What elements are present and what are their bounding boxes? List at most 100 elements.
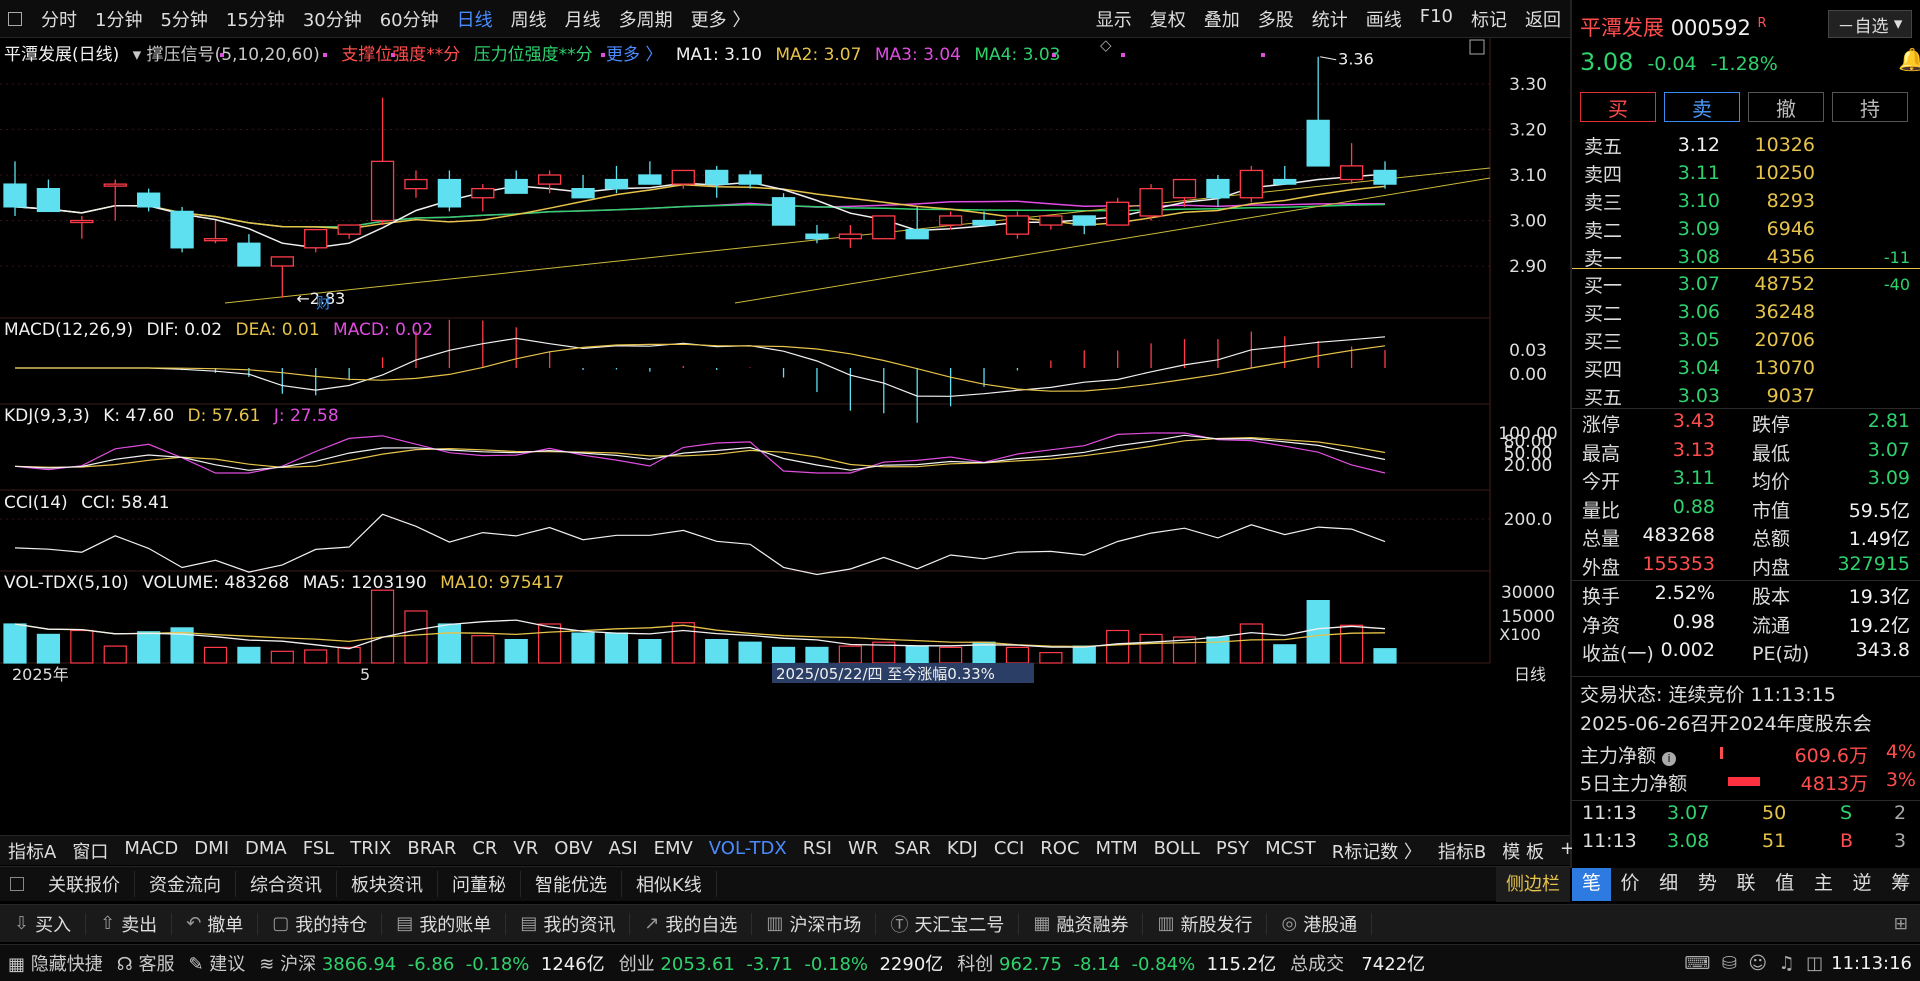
orderbook-row[interactable]: 买二 3.06 36248 (1572, 298, 1920, 326)
indicator-tab[interactable]: MACD (116, 838, 186, 864)
indicator-tab[interactable]: CCI (986, 838, 1032, 864)
cci-label[interactable]: CCI(14) (4, 493, 68, 513)
tab-tool[interactable]: 画线 (1357, 6, 1411, 32)
orderbook-row[interactable]: 买三 3.05 20706 (1572, 326, 1920, 354)
window-icon[interactable] (8, 11, 22, 26)
indicator-tab[interactable]: DMA (237, 838, 295, 864)
trade-tool-button[interactable]: ▥ 沪深市场 (752, 912, 877, 936)
orderbook-row[interactable]: 卖二 3.09 6946 (1572, 215, 1920, 243)
tab-tool[interactable]: 返回 (1516, 6, 1570, 32)
indicator-tab[interactable]: CR (464, 838, 505, 864)
hide-shortcut[interactable]: ▦ 隐藏快捷 (8, 950, 103, 976)
detail-tab[interactable]: 值 (1765, 866, 1804, 901)
detail-tab[interactable]: 细 (1649, 866, 1688, 901)
kdj-label[interactable]: KDJ(9,3,3) (4, 406, 90, 426)
info-tab[interactable]: 智能优选 (521, 871, 622, 897)
trade-tool-button[interactable]: Ⓣ 天汇宝二号 (876, 912, 1020, 936)
orderbook-row[interactable]: 卖一 3.08 4356 -11 (1572, 243, 1920, 271)
detail-tab[interactable]: 筹 (1881, 866, 1920, 901)
index-cy[interactable]: 创业 2053.61 -3.71 -0.18% 2290亿 (619, 950, 944, 976)
indicator-tab[interactable]: BOLL (1146, 838, 1208, 864)
suggest-button[interactable]: ✎ 建议 (188, 950, 245, 976)
indicator-right-tab[interactable]: 模 板 (1494, 838, 1552, 864)
info-tab[interactable]: 问董秘 (438, 871, 521, 897)
detail-tab[interactable]: 价 (1611, 866, 1650, 901)
info-tab[interactable]: 板块资讯 (337, 871, 438, 897)
cancel-button[interactable]: 撤 (1748, 92, 1824, 122)
indicator-tab[interactable]: ROC (1032, 838, 1087, 864)
info-tab[interactable]: 资金流向 (135, 871, 236, 897)
tab-tool[interactable]: 标记 (1462, 6, 1516, 32)
indicator-tab[interactable]: KDJ (939, 838, 986, 864)
trade-tool-button[interactable]: ▥ 新股发行 (1143, 912, 1268, 936)
indicator-tab[interactable]: WR (840, 838, 886, 864)
orderbook-row[interactable]: 买一 3.07 48752 -40 (1572, 270, 1920, 298)
tab-period[interactable]: 60分钟 (371, 6, 448, 32)
watchlist-button[interactable]: －自选 ▾ (1828, 10, 1912, 38)
indicator-tab[interactable]: VOL-TDX (701, 838, 795, 864)
tab-tool[interactable]: 显示 (1087, 6, 1141, 32)
tab-period[interactable]: 分时 (32, 6, 86, 32)
trade-tool-button[interactable]: ▤ 我的账单 (382, 912, 507, 936)
bell-icon[interactable]: 🔔 (1898, 48, 1920, 73)
trade-tool-button[interactable]: ▦ 融资融券 (1019, 912, 1144, 936)
notice[interactable]: 2025-06-26召开2024年度股东会 (1580, 709, 1872, 736)
indicator-tab[interactable]: FSL (295, 838, 343, 864)
tab-period[interactable]: 更多 〉 (682, 6, 760, 32)
detail-tab[interactable]: 势 (1688, 866, 1727, 901)
indicator-tab[interactable]: VR (505, 838, 546, 864)
index-sh[interactable]: ≋ 沪深 3866.94 -6.86 -0.18% 1246亿 (259, 950, 604, 976)
detail-tab[interactable]: 联 (1727, 866, 1766, 901)
tab-tool[interactable]: 多股 (1249, 6, 1303, 32)
indicator-tab[interactable]: SAR (886, 838, 939, 864)
info-tab[interactable]: 综合资讯 (236, 871, 337, 897)
add-icon[interactable]: ⊞ (1894, 914, 1908, 934)
indicator-tab[interactable]: 窗口 (64, 838, 116, 864)
orderbook-row[interactable]: 买五 3.03 9037 (1572, 382, 1920, 410)
indicator-tab[interactable]: RSI (795, 838, 840, 864)
status-icons[interactable]: ⌨ ⛁ ☺ ♫ ◫ (1684, 953, 1823, 974)
indicator-tab[interactable]: EMV (646, 838, 701, 864)
tab-tool[interactable]: 叠加 (1195, 6, 1249, 32)
indicator-tab[interactable]: TRIX (342, 838, 399, 864)
indicator-tab[interactable]: DMI (186, 838, 237, 864)
indicator-name[interactable]: ▾ 撑压信号(5,10,20,60) (133, 45, 328, 65)
panel-icon[interactable] (10, 877, 24, 891)
tab-period[interactable]: 月线 (556, 6, 610, 32)
orderbook-row[interactable]: 卖五 3.12 10326 (1572, 131, 1920, 159)
orderbook-row[interactable]: 卖四 3.11 10250 (1572, 159, 1920, 187)
indicator-tab[interactable]: PSY (1208, 838, 1257, 864)
trade-tool-button[interactable]: ▤ 我的资讯 (506, 912, 631, 936)
indicator-right-tab[interactable]: 指标B (1430, 838, 1494, 864)
trade-tool-button[interactable]: ◎ 港股通 (1267, 912, 1373, 936)
tab-tool[interactable]: 统计 (1303, 6, 1357, 32)
trade-tool-button[interactable]: ▢ 我的持仓 (258, 912, 383, 936)
tab-period[interactable]: 日线 (448, 6, 502, 32)
tab-tool[interactable]: F10 (1411, 6, 1462, 32)
orderbook-row[interactable]: 卖三 3.10 8293 (1572, 187, 1920, 215)
index-kc[interactable]: 科创 962.75 -8.14 -0.84% 115.2亿 (957, 950, 1276, 976)
trade-tool-button[interactable]: ⇧ 卖出 (86, 912, 173, 936)
info-icon[interactable]: i (1662, 752, 1677, 766)
indicator-tab[interactable]: MCST (1257, 838, 1324, 864)
trade-tool-button[interactable]: ↶ 撤单 (172, 912, 259, 936)
info-tab[interactable]: 关联报价 (34, 871, 135, 897)
orderbook-row[interactable]: 买四 3.04 13070 (1572, 354, 1920, 382)
vol-label[interactable]: VOL-TDX(5,10) (4, 573, 129, 593)
tab-tool[interactable]: 复权 (1141, 6, 1195, 32)
info-tab[interactable]: 相似K线 (622, 871, 717, 897)
hold-button[interactable]: 持 (1832, 92, 1908, 122)
trade-tool-button[interactable]: ↗ 我的自选 (630, 912, 753, 936)
indicator-tab[interactable]: ASI (601, 838, 646, 864)
detail-tab[interactable]: 主 (1804, 866, 1843, 901)
tab-period[interactable]: 1分钟 (86, 6, 151, 32)
indicator-tab[interactable]: 指标A (0, 838, 64, 864)
indicator-tab[interactable]: MTM (1088, 838, 1146, 864)
detail-tab[interactable]: 笔 (1572, 866, 1611, 901)
tab-period[interactable]: 周线 (502, 6, 556, 32)
buy-button[interactable]: 买 (1580, 92, 1656, 122)
detail-tab[interactable]: 逆 (1843, 866, 1882, 901)
more-link[interactable]: 更多 〉 (606, 45, 662, 65)
trade-tool-button[interactable]: ⇩ 买入 (0, 912, 87, 936)
tab-period[interactable]: 5分钟 (151, 6, 216, 32)
